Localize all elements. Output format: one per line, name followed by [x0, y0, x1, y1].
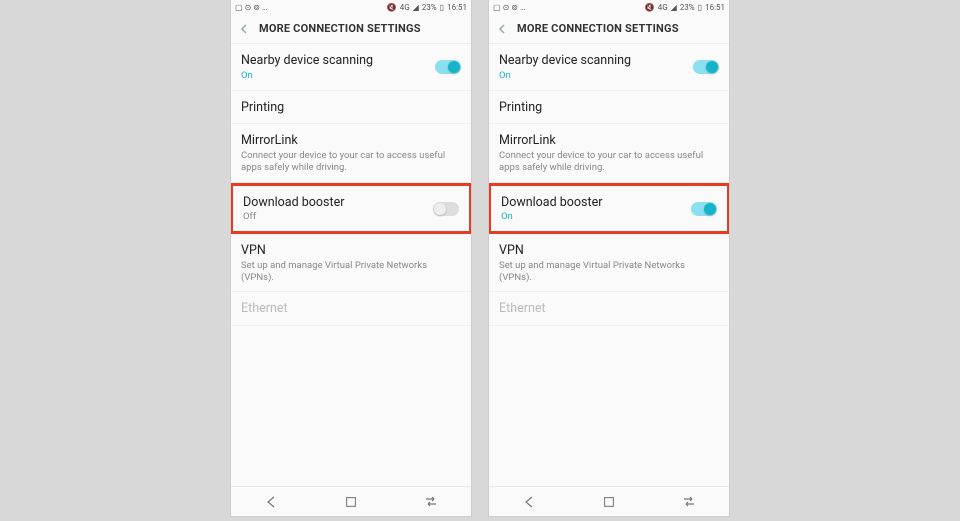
image-icon: ▢	[235, 3, 243, 12]
settings-list: Nearby device scanning On Printing Mirro…	[489, 44, 729, 486]
row-nearby-scanning[interactable]: Nearby device scanning On	[231, 44, 471, 91]
app-header: MORE CONNECTION SETTINGS	[231, 14, 471, 44]
status-bar: ▢ ⊙ ⊚ … 🔇 4G ◢ 23% ▯ 16:51	[231, 0, 471, 14]
row-subtitle: On	[499, 70, 685, 82]
row-printing[interactable]: Printing	[231, 91, 471, 125]
row-subtitle: Connect your device to your car to acces…	[241, 150, 461, 174]
settings-list: Nearby device scanning On Printing Mirro…	[231, 44, 471, 486]
row-title: Ethernet	[241, 301, 461, 317]
battery-text: 23%	[422, 3, 437, 12]
row-download-booster[interactable]: Download booster On	[489, 183, 729, 235]
nav-home-icon[interactable]	[343, 494, 359, 510]
nav-back-icon[interactable]	[521, 494, 537, 510]
row-subtitle: Set up and manage Virtual Private Networ…	[499, 260, 719, 284]
row-title: VPN	[499, 243, 719, 259]
clock-text: 16:51	[705, 3, 725, 12]
toggle-nearby[interactable]	[693, 60, 719, 74]
signal-icon: ◢	[413, 3, 419, 12]
status-bar: ▢ ⊙ ⊚ … 🔇 4G ◢ 23% ▯ 16:51	[489, 0, 729, 14]
phone-left: ▢ ⊙ ⊚ … 🔇 4G ◢ 23% ▯ 16:51 MORE CONNECTI…	[231, 0, 471, 516]
nav-back-icon[interactable]	[263, 494, 279, 510]
row-download-booster[interactable]: Download booster Off	[231, 183, 471, 235]
clock-text: 16:51	[447, 3, 467, 12]
row-title: Nearby device scanning	[499, 53, 685, 69]
page-title: MORE CONNECTION SETTINGS	[517, 22, 679, 35]
toggle-nearby[interactable]	[435, 60, 461, 74]
battery-icon: ▯	[440, 3, 444, 12]
row-title: Printing	[241, 100, 461, 116]
back-icon[interactable]	[497, 24, 507, 34]
nav-recent-icon[interactable]	[681, 494, 697, 510]
row-printing[interactable]: Printing	[489, 91, 729, 125]
network-icon: 4G	[400, 3, 410, 12]
mute-icon: 🔇	[387, 3, 397, 12]
clock-icon: ⊙	[503, 3, 510, 12]
app-header: MORE CONNECTION SETTINGS	[489, 14, 729, 44]
row-subtitle: Off	[243, 211, 425, 223]
row-title: VPN	[241, 243, 461, 259]
toggle-download-booster[interactable]	[691, 202, 717, 216]
toggle-download-booster[interactable]	[433, 202, 459, 216]
back-icon[interactable]	[239, 24, 249, 34]
row-subtitle: Connect your device to your car to acces…	[499, 150, 719, 174]
battery-icon: ▯	[698, 3, 702, 12]
more-icon: …	[262, 3, 267, 12]
phone-right: ▢ ⊙ ⊚ … 🔇 4G ◢ 23% ▯ 16:51 MORE CONNECTI…	[489, 0, 729, 516]
row-vpn[interactable]: VPN Set up and manage Virtual Private Ne…	[231, 234, 471, 292]
row-mirrorlink[interactable]: MirrorLink Connect your device to your c…	[231, 124, 471, 182]
row-title: Ethernet	[499, 301, 719, 317]
nav-bar	[489, 486, 729, 516]
network-icon: 4G	[658, 3, 668, 12]
nav-bar	[231, 486, 471, 516]
row-title: Printing	[499, 100, 719, 116]
row-subtitle: Set up and manage Virtual Private Networ…	[241, 260, 461, 284]
row-ethernet: Ethernet	[231, 292, 471, 326]
row-mirrorlink[interactable]: MirrorLink Connect your device to your c…	[489, 124, 729, 182]
row-title: MirrorLink	[499, 133, 719, 149]
nav-home-icon[interactable]	[601, 494, 617, 510]
image-icon: ▢	[493, 3, 501, 12]
row-title: Download booster	[501, 195, 683, 211]
row-vpn[interactable]: VPN Set up and manage Virtual Private Ne…	[489, 234, 729, 292]
row-title: MirrorLink	[241, 133, 461, 149]
row-title: Nearby device scanning	[241, 53, 427, 69]
more-icon: …	[520, 3, 525, 12]
clock-icon: ⊙	[245, 3, 252, 12]
signal-icon: ◢	[671, 3, 677, 12]
row-ethernet: Ethernet	[489, 292, 729, 326]
page-title: MORE CONNECTION SETTINGS	[259, 22, 421, 35]
whatsapp-icon: ⊚	[253, 3, 260, 12]
mute-icon: 🔇	[645, 3, 655, 12]
row-subtitle: On	[241, 70, 427, 82]
row-subtitle: On	[501, 211, 683, 223]
row-title: Download booster	[243, 195, 425, 211]
row-nearby-scanning[interactable]: Nearby device scanning On	[489, 44, 729, 91]
whatsapp-icon: ⊚	[511, 3, 518, 12]
nav-recent-icon[interactable]	[423, 494, 439, 510]
battery-text: 23%	[680, 3, 695, 12]
